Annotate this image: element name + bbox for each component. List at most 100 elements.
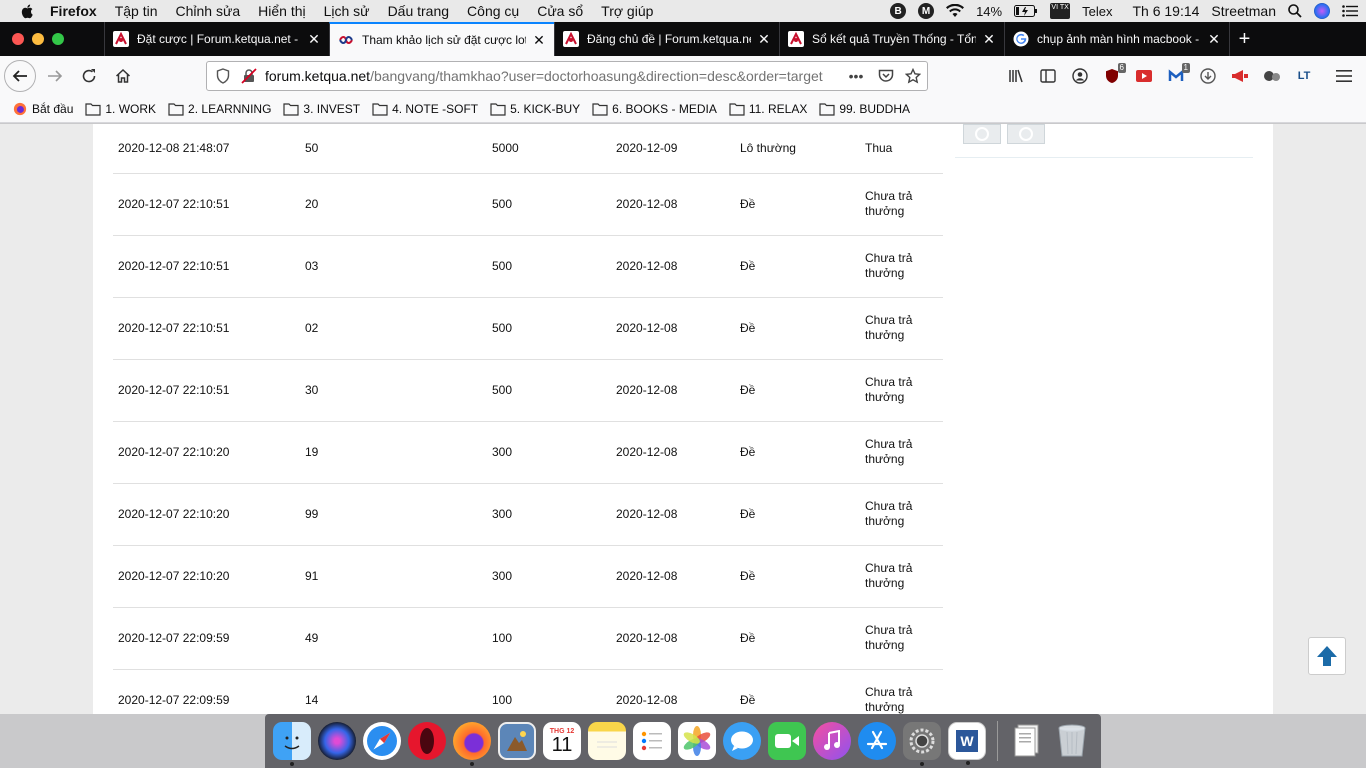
input-method-label[interactable]: Telex — [1082, 4, 1112, 19]
arrow-left-icon — [12, 70, 27, 82]
malwarebytes-ext-icon[interactable]: 1 — [1160, 60, 1192, 92]
menu-history[interactable]: Lịch sử — [324, 3, 370, 19]
dock-calendar-icon[interactable]: THG 12 11 — [543, 722, 581, 760]
bet-result-date-cell: 2020-12-08 — [611, 359, 735, 422]
close-window-button[interactable] — [12, 33, 24, 45]
page-actions-icon[interactable]: ••• — [847, 67, 865, 85]
bet-time-cell: 2020-12-07 22:10:20 — [113, 545, 300, 608]
bookmark-folder-buddha[interactable]: 99. BUDDHA — [819, 102, 910, 116]
clock[interactable]: Th 6 19:14 — [1132, 3, 1199, 19]
ketqua-favicon-icon — [788, 31, 804, 47]
bet-amount-cell: 300 — [487, 483, 611, 546]
dock-notes-icon[interactable] — [588, 722, 626, 760]
back-button[interactable] — [4, 60, 36, 92]
ublock-icon[interactable]: 6 — [1096, 60, 1128, 92]
menu-window[interactable]: Cửa sổ — [537, 3, 583, 19]
home-button[interactable] — [108, 61, 138, 91]
close-tab-icon[interactable]: ✕ — [532, 32, 546, 49]
apple-menu-icon[interactable] — [20, 3, 36, 19]
minimize-window-button[interactable] — [32, 33, 44, 45]
user-name[interactable]: Streetman — [1211, 3, 1276, 19]
dock-opera-icon[interactable] — [408, 722, 446, 760]
tab-tham-khao[interactable]: Tham khảo lịch sử đặt cược lotô ✕ — [329, 22, 554, 56]
bet-number-cell: 49 — [300, 607, 487, 670]
menu-view[interactable]: Hiển thị — [258, 3, 305, 19]
bookmark-folder-learnning[interactable]: 2. LEARNNING — [168, 102, 271, 116]
bookmark-star-icon[interactable] — [904, 67, 922, 85]
zoom-window-button[interactable] — [52, 33, 64, 45]
menu-app-name[interactable]: Firefox — [50, 3, 97, 19]
spotlight-search-icon[interactable] — [1288, 4, 1302, 18]
dock-firefox-icon[interactable] — [453, 722, 491, 766]
close-tab-icon[interactable]: ✕ — [1207, 31, 1221, 48]
bookmark-folder-relax[interactable]: 11. RELAX — [729, 102, 807, 116]
reload-button[interactable] — [74, 61, 104, 91]
table-row: 2020-12-07 22:10:51 20 500 2020-12-08 Đề Chưa… — [113, 173, 943, 236]
dock-preview-icon[interactable] — [498, 722, 536, 760]
downloads-icon[interactable] — [1192, 60, 1224, 92]
close-tab-icon[interactable]: ✕ — [982, 31, 996, 48]
thumbnail-image[interactable] — [963, 124, 1001, 144]
dock-trash-icon[interactable] — [1053, 722, 1091, 760]
siri-icon[interactable] — [1314, 3, 1330, 19]
dock-word-icon[interactable]: W — [948, 722, 986, 765]
dock-app-store-icon[interactable] — [858, 722, 896, 760]
menu-edit[interactable]: Chỉnh sửa — [176, 3, 241, 19]
dock-messages-icon[interactable] — [723, 722, 761, 760]
library-icon[interactable] — [1000, 60, 1032, 92]
tab-dang-chu-de[interactable]: Đăng chủ đề | Forum.ketqua.net ✕ — [554, 22, 779, 56]
insecure-lock-icon[interactable] — [239, 66, 259, 86]
dock-reminders-icon[interactable] — [633, 722, 671, 760]
bitcoin-icon[interactable]: B — [890, 3, 907, 19]
malwarebytes-icon[interactable]: M — [918, 3, 935, 19]
hamburger-menu-icon[interactable] — [1328, 60, 1360, 92]
extension-balls-icon[interactable] — [1256, 60, 1288, 92]
dock-system-preferences-icon[interactable] — [903, 722, 941, 766]
menu-bookmarks[interactable]: Dấu trang — [388, 3, 449, 19]
close-tab-icon[interactable]: ✕ — [307, 31, 321, 48]
languagetool-icon[interactable]: LT — [1288, 60, 1320, 92]
scroll-to-top-button[interactable] — [1308, 637, 1346, 675]
notification-center-icon[interactable] — [1342, 5, 1358, 17]
tab-google-search[interactable]: chụp ảnh màn hình macbook - Tìm ✕ — [1004, 22, 1229, 56]
dock-itunes-icon[interactable] — [813, 722, 851, 760]
thumbnail-image[interactable] — [1007, 124, 1045, 144]
dock-documents-stack-icon[interactable] — [1008, 722, 1046, 760]
wifi-icon[interactable] — [946, 4, 965, 18]
menu-tools[interactable]: Công cụ — [467, 3, 519, 19]
dock-siri-icon[interactable] — [318, 722, 356, 760]
account-icon[interactable] — [1064, 60, 1096, 92]
bookmark-bat-dau[interactable]: Bắt đầu — [12, 102, 73, 116]
tab-so-ket-qua[interactable]: Sổ kết quả Truyền Thống - Tổng ✕ — [779, 22, 1004, 56]
bet-time-cell: 2020-12-07 22:10:51 — [113, 297, 300, 360]
close-tab-icon[interactable]: ✕ — [757, 31, 771, 48]
battery-icon[interactable] — [1014, 5, 1038, 17]
bookmark-folder-kick-buy[interactable]: 5. KICK-BUY — [490, 102, 580, 116]
running-indicator — [470, 762, 474, 766]
bookmark-folder-invest[interactable]: 3. INVEST — [283, 102, 360, 116]
folder-icon — [85, 103, 101, 116]
menu-file[interactable]: Tập tin — [115, 3, 158, 19]
bookmark-folder-books-media[interactable]: 6. BOOKS - MEDIA — [592, 102, 717, 116]
bookmark-folder-work[interactable]: 1. WORK — [85, 102, 156, 116]
dock-safari-icon[interactable] — [363, 722, 401, 760]
tab-dat-cuoc[interactable]: Đặt cược | Forum.ketqua.net - Trang ✕ — [104, 22, 329, 56]
input-method-badge[interactable]: VI TX — [1050, 3, 1071, 19]
url-bar[interactable]: forum.ketqua.net/bangvang/thamkhao?user=… — [206, 61, 928, 91]
folder-icon — [729, 103, 745, 116]
menu-help[interactable]: Trợ giúp — [601, 3, 653, 19]
dock-photos-icon[interactable] — [678, 722, 716, 760]
bet-time-cell: 2020-12-07 22:10:51 — [113, 173, 300, 236]
forward-button[interactable] — [40, 61, 70, 91]
megaphone-icon[interactable] — [1224, 60, 1256, 92]
bookmark-folder-note-soft[interactable]: 4. NOTE -SOFT — [372, 102, 478, 116]
bet-time-cell: 2020-12-08 21:48:07 — [113, 124, 300, 174]
sidebar-icon[interactable] — [1032, 60, 1064, 92]
dock-finder-icon[interactable] — [273, 722, 311, 766]
dock-facetime-icon[interactable] — [768, 722, 806, 760]
url-text[interactable]: forum.ketqua.net/bangvang/thamkhao?user=… — [265, 68, 845, 84]
pocket-icon[interactable] — [877, 67, 895, 85]
new-tab-button[interactable]: + — [1229, 22, 1259, 56]
video-downloader-icon[interactable] — [1128, 60, 1160, 92]
shield-icon[interactable] — [213, 66, 233, 86]
